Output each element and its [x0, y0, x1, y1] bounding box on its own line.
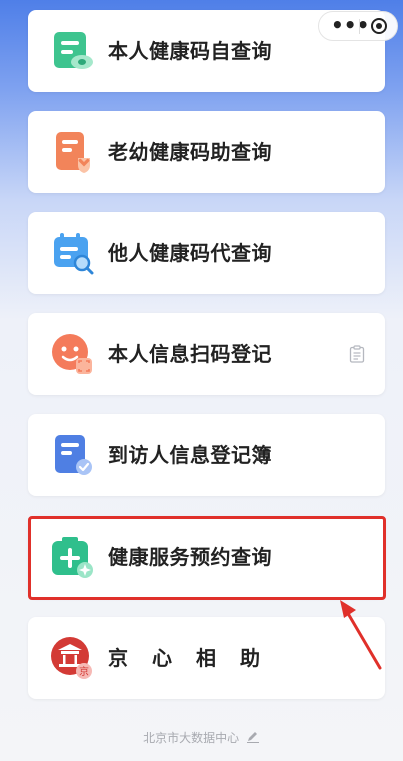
capsule-divider — [359, 19, 360, 34]
miniprogram-capsule: ••• — [318, 11, 398, 41]
menu-item-label: 本人信息扫码登记 — [108, 342, 272, 366]
target-icon[interactable] — [370, 17, 388, 35]
footer: 北京市大数据中心 — [0, 729, 403, 746]
footer-text: 北京市大数据中心 — [143, 731, 240, 745]
smile-scan-icon — [52, 334, 92, 374]
clipboard-icon[interactable] — [349, 345, 365, 363]
more-dots-icon[interactable]: ••• — [331, 12, 369, 40]
jing-emblem-icon: 京 — [51, 637, 92, 679]
green-card-icon — [54, 32, 93, 69]
blue-check-doc-icon — [55, 435, 92, 475]
menu-item-scan-register[interactable]: 本人信息扫码登记 — [28, 313, 385, 395]
blue-card-search-icon — [54, 233, 94, 275]
menu-item-visitor-register-book[interactable]: 到访人信息登记簿 — [28, 414, 385, 496]
menu-item-label: 到访人信息登记簿 — [108, 443, 272, 467]
menu-item-label: 京心相助 — [108, 646, 284, 670]
menu-item-elderly-child-health-code[interactable]: 老幼健康码助查询 — [28, 111, 385, 193]
menu-item-label: 本人健康码自查询 — [108, 39, 272, 63]
jing-badge: 京 — [79, 665, 89, 678]
orange-card-icon — [56, 132, 90, 173]
highlight-box — [28, 516, 386, 600]
menu-item-label: 老幼健康码助查询 — [108, 140, 272, 164]
menu-item-others-health-code[interactable]: 他人健康码代查询 — [28, 212, 385, 294]
annotation-arrow — [340, 600, 382, 670]
pen-icon — [246, 732, 259, 743]
menu-item-label: 他人健康码代查询 — [108, 241, 272, 265]
